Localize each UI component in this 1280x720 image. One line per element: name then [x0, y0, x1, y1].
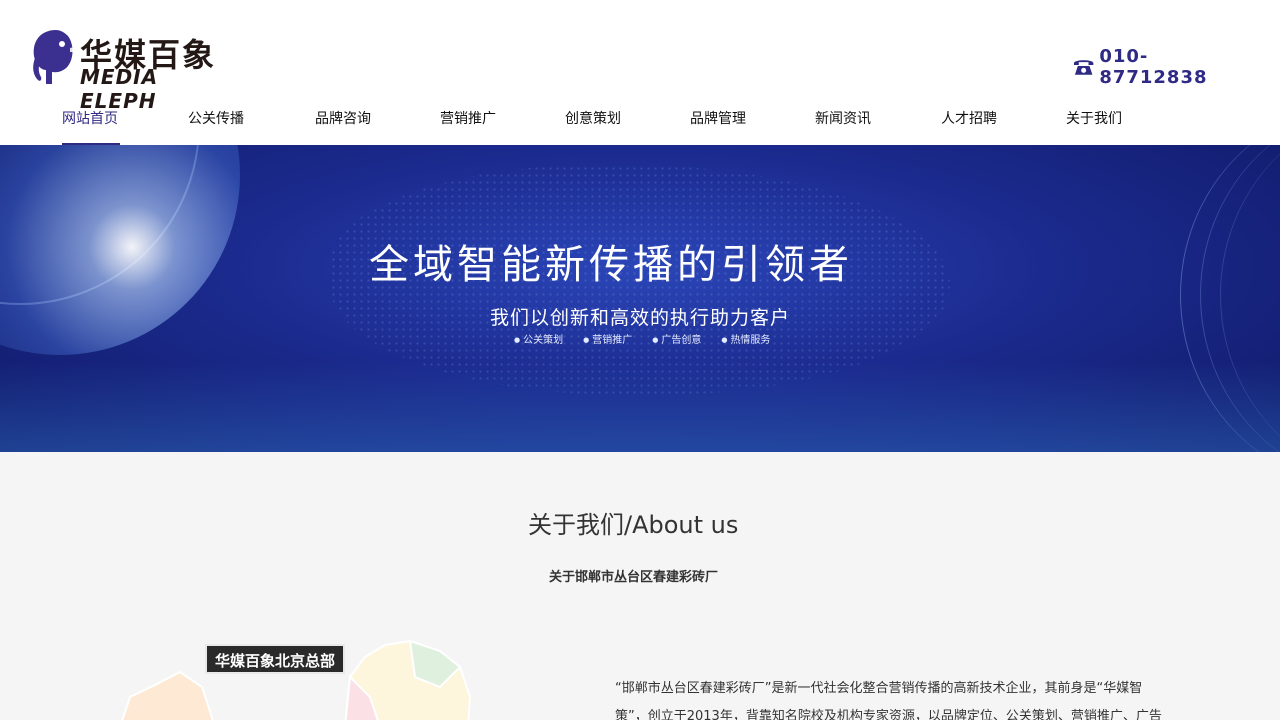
about-paragraph-line: “邯郸市丛台区春建彩砖厂”是新一代社会化整合营销传播的高新技术企业，其前身是“华… [615, 681, 1143, 696]
main-nav: 网站首页 公关传播 品牌咨询 营销推广 创意策划 品牌管理 新闻资讯 人才招聘 … [0, 100, 1280, 145]
phone-text: 010-87712838 [1099, 46, 1208, 88]
nav-item-pr[interactable]: 公关传播 [188, 108, 244, 128]
banner-floor-glow [0, 362, 1280, 452]
nav-item-brand-management[interactable]: 品牌管理 [690, 108, 746, 128]
nav-item-home[interactable]: 网站首页 [62, 108, 118, 128]
banner-subtitle: 我们以创新和高效的执行助力客户 [489, 307, 790, 329]
banner-tag: 广告创意 [652, 331, 701, 346]
banner-tag: 公关策划 [514, 331, 563, 346]
about-section: 关于我们/About us 关于邯郸市丛台区春建彩砖厂 华媒百象北京总部 “邯郸… [0, 452, 1280, 720]
about-company-name: 关于邯郸市丛台区春建彩砖厂 [549, 570, 719, 585]
nav-item-news[interactable]: 新闻资讯 [815, 108, 871, 128]
about-paragraph-line: 策”，创立于2013年，背靠知名院校及机构专家资源，以品牌定位、公关策划、营销推… [615, 709, 1162, 720]
banner-title: 全域智能新传播的引领者 [369, 242, 853, 288]
banner-tag: 热情服务 [721, 331, 770, 346]
site-header: 华媒百象 MEDIA ELEPH 010-87712838 网站首页 公关传播 … [0, 0, 1280, 145]
elephant-icon [33, 30, 79, 84]
phone-number: 010-87712838 [1072, 46, 1252, 88]
phone-icon [1073, 60, 1094, 75]
hero-banner[interactable]: 全域智能新传播的引领者 我们以创新和高效的执行助力客户 公关策划 营销推广 广告… [0, 145, 1280, 452]
nav-item-brand-consulting[interactable]: 品牌咨询 [315, 108, 371, 128]
hq-label: 华媒百象北京总部 [205, 644, 345, 674]
site-logo[interactable]: 华媒百象 MEDIA ELEPH [30, 24, 240, 113]
banner-tag: 营销推广 [583, 331, 632, 346]
nav-item-marketing[interactable]: 营销推广 [440, 108, 496, 128]
about-title: 关于我们/About us [528, 511, 739, 539]
nav-item-creative[interactable]: 创意策划 [565, 108, 621, 128]
nav-item-about[interactable]: 关于我们 [1066, 108, 1122, 128]
banner-tags: 公关策划 营销推广 广告创意 热情服务 [514, 331, 770, 346]
about-paragraph: “邯郸市丛台区春建彩砖厂”是新一代社会化整合营销传播的高新技术企业，其前身是“华… [615, 675, 1210, 720]
nav-item-careers[interactable]: 人才招聘 [941, 108, 997, 128]
